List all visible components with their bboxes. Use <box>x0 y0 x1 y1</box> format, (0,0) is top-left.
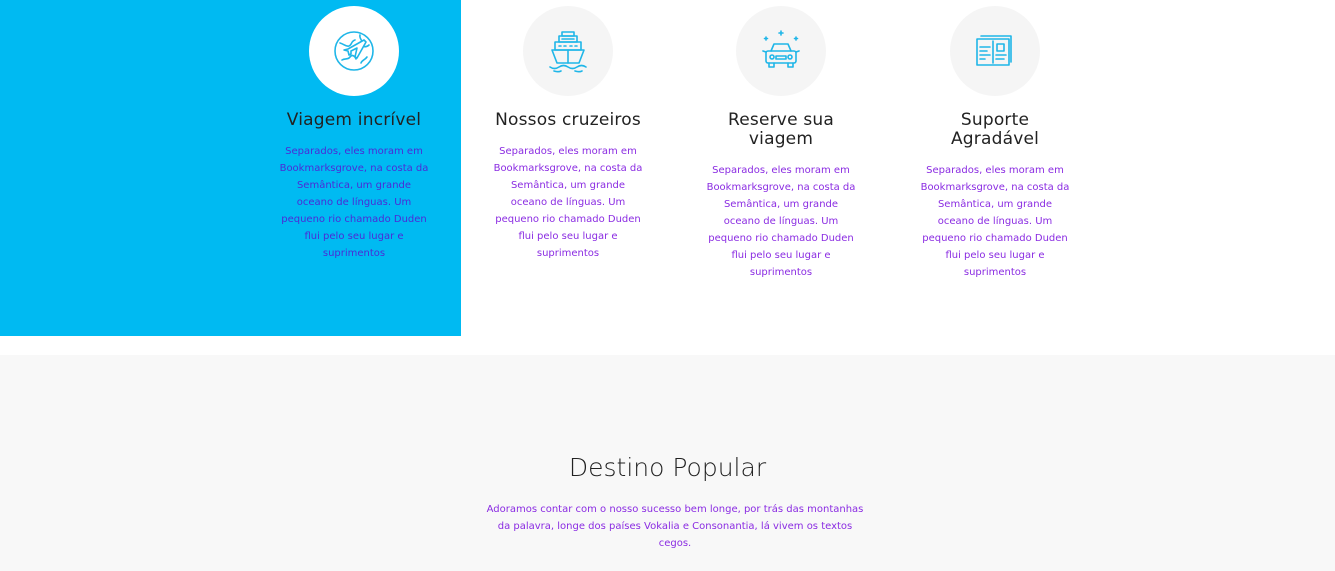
car-icon <box>762 30 800 68</box>
services-section: Viagem incrível Separados, eles moram em… <box>0 0 1335 336</box>
ticket-icon <box>976 35 1012 66</box>
service-title: Viagem incrível <box>286 110 422 130</box>
service-title: Nossos cruzeiros <box>495 110 641 130</box>
service-description: Separados, eles moram em Bookmarksgrove,… <box>920 165 1070 278</box>
popular-destination-section: Destino Popular Adoramos contar com o no… <box>0 355 1335 571</box>
service-icon-circle <box>950 6 1040 96</box>
section-description: Adoramos contar com o nosso sucesso bem … <box>486 504 864 549</box>
service-card-support[interactable]: Suporte Agradável Separados, eles moram … <box>915 6 1075 281</box>
service-description: Separados, eles moram em Bookmarksgrove,… <box>706 165 856 278</box>
service-card-cruises[interactable]: Nossos cruzeiros Separados, eles moram e… <box>488 6 648 262</box>
service-card-book-trip[interactable]: Reserve sua viagem Separados, eles moram… <box>701 6 861 281</box>
service-title: Suporte Agradável <box>950 110 1040 149</box>
service-icon-circle <box>736 6 826 96</box>
section-heading: Destino Popular <box>568 453 767 482</box>
service-icon-circle <box>523 6 613 96</box>
service-description: Separados, eles moram em Bookmarksgrove,… <box>279 146 429 259</box>
globe-plane-icon <box>334 31 374 71</box>
service-description: Separados, eles moram em Bookmarksgrove,… <box>493 146 643 259</box>
cruise-ship-icon <box>549 31 587 73</box>
service-card-amazing-travel[interactable]: Viagem incrível Separados, eles moram em… <box>274 6 434 262</box>
service-title: Reserve sua viagem <box>728 110 834 149</box>
service-icon-circle <box>309 6 399 96</box>
